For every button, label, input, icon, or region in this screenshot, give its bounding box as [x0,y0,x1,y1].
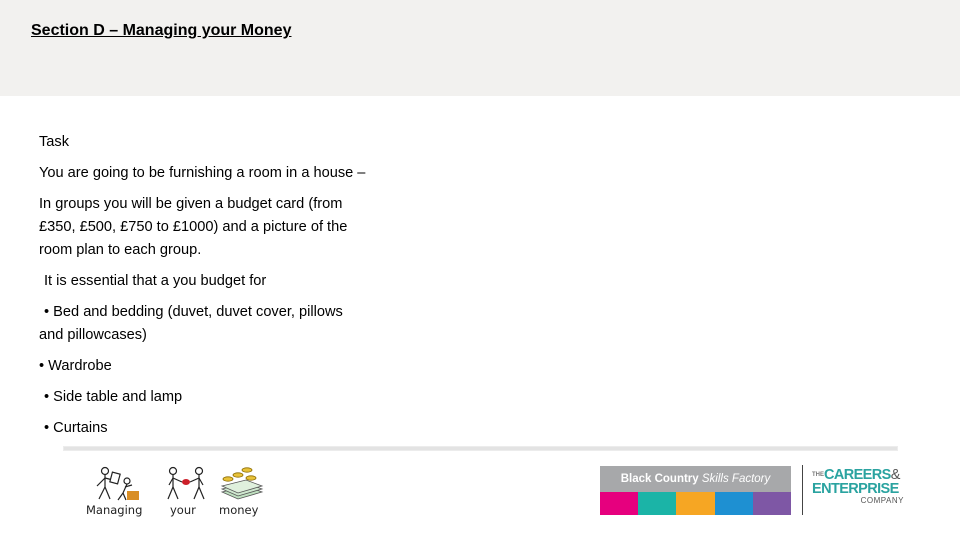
task-groups-line2: £350, £500, £750 to £1000) and a picture… [39,219,348,235]
task-intro: You are going to be furnishing a room in… [39,165,366,181]
careers-enterprise-company-logo: THECAREERS& ENTERPRISE COMPANY [812,468,907,506]
managing-symbol-icon [96,466,139,501]
task-groups-line1: In groups you will be given a budget car… [39,196,343,212]
black-country-skills-factory-logo: Black Country Skills Factory [600,466,792,515]
header-band: Section D – Managing your Money [0,0,960,96]
budget-item-label: Wardrobe [48,358,112,374]
budget-item-wardrobe: • Wardrobe [39,355,419,378]
section-title: Section D – Managing your Money [31,22,292,39]
bullet-icon: • [44,389,50,405]
task-groups-line3: room plan to each group. [39,242,202,258]
budget-item-label-cont: and pillowcases) [39,327,147,343]
budget-item-label: Curtains [53,420,108,436]
cec-logo-enterprise: ENTERPRISE [812,481,899,497]
bcsf-stripe-purple [752,492,792,515]
budget-item-curtains: • Curtains [39,417,419,440]
bullet-icon: • [44,304,50,320]
widgit-symbols: Managing your money [86,466,268,520]
cec-logo-company: COMPANY [860,496,904,505]
bcsf-logo-name-italic: Skills Factory [701,473,771,485]
bcsf-stripe-magenta [600,492,639,515]
your-symbol-icon [167,466,205,500]
budget-item-side-table: • Side table and lamp [39,386,419,409]
task-essential: It is essential that a you budget for [44,273,267,289]
bcsf-color-stripes [600,492,792,515]
budget-item-label: Bed and bedding (duvet, duvet cover, pil… [53,304,343,320]
logo-separator [802,465,803,515]
budget-item-label: Side table and lamp [53,389,183,405]
symbol-label-your: your [170,503,196,517]
bcsf-stripe-orange [676,492,715,515]
cec-logo-line1: THECAREERS& [812,468,907,483]
money-symbol-icon [220,467,264,500]
task-heading: Task [39,134,70,150]
budget-item-bed: • Bed and bedding (duvet, duvet cover, p… [39,301,419,347]
bcsf-logo-name-bold: Black Country [620,473,699,485]
task-text: Task You are going to be furnishing a ro… [39,131,419,448]
bcsf-stripe-blue [714,492,753,515]
symbol-label-managing: Managing [86,503,143,517]
bcsf-logo-text: Black Country Skills Factory [600,466,791,492]
task-groups: In groups you will be given a budget car… [39,193,419,262]
bullet-icon: • [39,358,45,374]
footer-divider [63,446,898,451]
bcsf-stripe-teal [638,492,677,515]
symbol-label-money: money [219,503,259,517]
cec-logo-the: THE [812,472,824,478]
bullet-icon: • [44,420,50,436]
